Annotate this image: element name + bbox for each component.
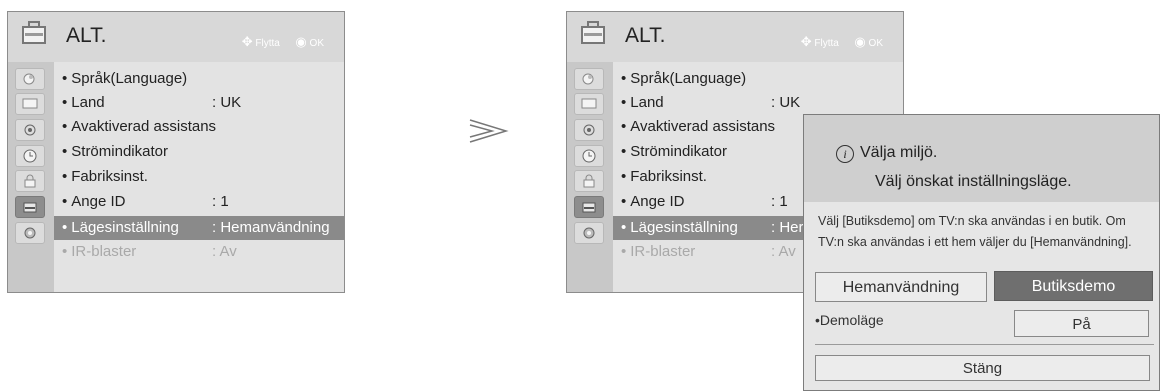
sidebar-time-category[interactable]: [15, 145, 45, 167]
menu-item-ir-blaster: IR-blaster: Av: [54, 240, 344, 264]
sidebar-screen-category[interactable]: [574, 93, 604, 115]
network-icon: [583, 227, 595, 239]
dialog-header: i Välja miljö. Välj önskat inställningsl…: [804, 115, 1159, 202]
menu-hint: ✥ Flytta ◉ OK: [241, 34, 324, 49]
home-use-button[interactable]: Hemanvändning: [815, 272, 987, 302]
sidebar-time-category[interactable]: [574, 145, 604, 167]
toolbox-icon: [582, 202, 596, 213]
toolbox-icon: [23, 202, 37, 213]
monitor-icon: [581, 98, 597, 109]
environment-dialog: i Välja miljö. Välj önskat inställningsl…: [803, 114, 1160, 391]
dialog-description: Välj [Butiksdemo] om TV:n ska användas i…: [818, 214, 1132, 249]
sidebar-network-category[interactable]: [574, 222, 604, 244]
dialog-divider: [815, 344, 1154, 345]
monitor-icon: [22, 98, 38, 109]
clock-icon: [582, 149, 596, 163]
demo-mode-toggle[interactable]: På: [1014, 310, 1149, 337]
menu-item-country[interactable]: Land: UK: [613, 91, 903, 115]
menu-item-language[interactable]: Språk(Language): [613, 67, 903, 91]
speaker-icon: [24, 124, 36, 136]
menu-item-mode-setting[interactable]: Lägesinställning: Hemanvändning: [54, 216, 344, 240]
ok-button-icon: ◉: [854, 34, 866, 49]
sidebar-audio-category[interactable]: [574, 119, 604, 141]
category-sidebar: [567, 62, 613, 292]
menu-item-factory-reset[interactable]: Fabriksinst.: [54, 165, 344, 189]
sidebar-lock-category[interactable]: [574, 170, 604, 192]
menu-item-country[interactable]: Land: UK: [54, 91, 344, 115]
menu-item-language[interactable]: Språk(Language): [54, 67, 344, 91]
speaker-icon: [583, 124, 595, 136]
option-list: Språk(Language) Land: UK Avaktiverad ass…: [54, 62, 344, 292]
store-demo-button[interactable]: Butiksdemo: [994, 271, 1153, 301]
menu-title: ALT.: [66, 24, 107, 47]
menu-item-power-indicator[interactable]: Strömindikator: [54, 140, 344, 164]
toolbox-icon: [581, 21, 605, 44]
info-icon: i: [836, 145, 854, 163]
toolbox-icon: [22, 21, 46, 44]
menu-header: ALT. ✥ Flytta ◉ OK: [567, 12, 903, 62]
close-button[interactable]: Stäng: [815, 355, 1150, 381]
menu-item-set-id[interactable]: Ange ID: 1: [54, 190, 344, 214]
next-step-arrow-icon: [469, 119, 509, 143]
sidebar-option-category[interactable]: [15, 196, 45, 218]
sidebar-picture-category[interactable]: [15, 68, 45, 90]
sidebar-screen-category[interactable]: [15, 93, 45, 115]
dialog-subtitle: Välj önskat inställningsläge.: [875, 173, 1072, 190]
menu-item-disability-assistance[interactable]: Avaktiverad assistans: [54, 115, 344, 139]
navigation-arrows-icon: ✥: [800, 34, 812, 49]
picture-icon: [582, 73, 594, 85]
sidebar-lock-category[interactable]: [15, 170, 45, 192]
dialog-title: Välja miljö.: [860, 144, 938, 161]
demo-mode-label: •Demoläge: [815, 312, 884, 328]
menu-panel-before: ALT. ✥ Flytta ◉ OK Språk: [7, 11, 345, 293]
lock-icon: [583, 174, 595, 188]
ok-button-icon: ◉: [295, 34, 307, 49]
menu-header: ALT. ✥ Flytta ◉ OK: [8, 12, 344, 62]
network-icon: [24, 227, 36, 239]
picture-icon: [23, 73, 35, 85]
sidebar-option-category[interactable]: [574, 196, 604, 218]
sidebar-network-category[interactable]: [15, 222, 45, 244]
menu-title: ALT.: [625, 24, 666, 47]
menu-hint: ✥ Flytta ◉ OK: [800, 34, 883, 49]
navigation-arrows-icon: ✥: [241, 34, 253, 49]
lock-icon: [24, 174, 36, 188]
category-sidebar: [8, 62, 54, 292]
clock-icon: [23, 149, 37, 163]
sidebar-audio-category[interactable]: [15, 119, 45, 141]
sidebar-picture-category[interactable]: [574, 68, 604, 90]
